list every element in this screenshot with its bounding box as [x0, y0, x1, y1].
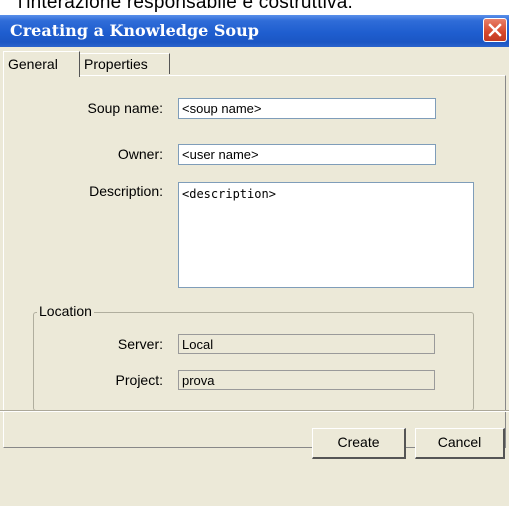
server-field: Local [178, 334, 435, 354]
tab-general-label: General [8, 56, 58, 72]
project-field: prova [178, 370, 435, 390]
location-group: Location [33, 303, 474, 411]
description-textarea[interactable]: <description> [178, 182, 474, 288]
tab-general[interactable]: General [3, 51, 80, 77]
owner-input[interactable]: <user name> [178, 144, 436, 165]
soup-name-label: Soup name: [87, 100, 164, 116]
tab-properties-label: Properties [84, 56, 148, 72]
create-button[interactable]: Create [312, 428, 406, 459]
description-label: Description: [89, 183, 163, 199]
server-label: Server: [117, 336, 163, 352]
owner-label: Owner: [117, 146, 163, 162]
title-bar: Creating a Knowledge Soup [0, 15, 509, 47]
window-title: Creating a Knowledge Soup [10, 21, 259, 40]
background-text: l'interazione responsabile e costruttiva… [18, 0, 354, 13]
soup-name-input[interactable]: <soup name> [178, 98, 436, 119]
dialog-body: General Properties Soup name: <soup name… [0, 47, 509, 506]
button-separator [0, 410, 509, 412]
cancel-button[interactable]: Cancel [415, 428, 505, 459]
tab-properties[interactable]: Properties [80, 53, 170, 74]
project-label: Project: [115, 372, 163, 388]
location-legend: Location [37, 303, 94, 319]
close-icon [488, 23, 502, 37]
close-button[interactable] [483, 18, 507, 42]
